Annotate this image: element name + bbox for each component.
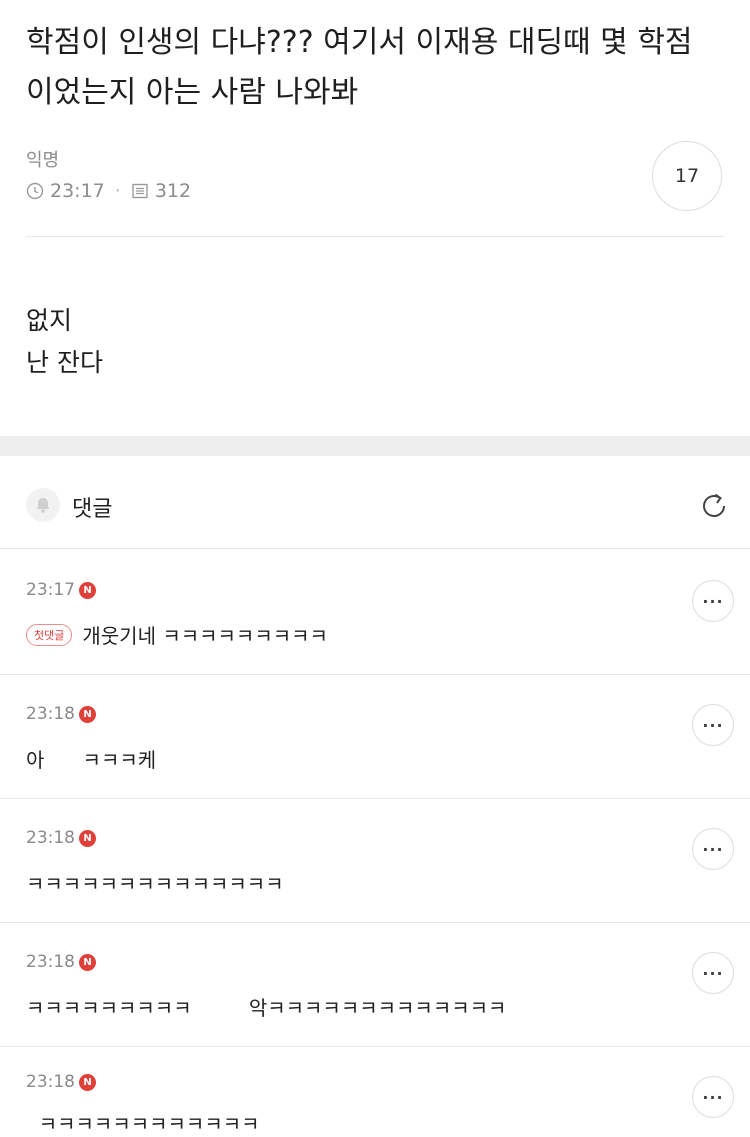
comment-text: ㅋㅋㅋㅋㅋㅋㅋㅋㅋㅋㅋㅋ (26, 1112, 260, 1136)
post-time: 23:17 (50, 180, 105, 202)
post-meta: 23:17 · 312 (26, 178, 191, 204)
comment-text: 개웃기네 ㅋㅋㅋㅋㅋㅋㅋㅋㅋ (82, 624, 328, 648)
view-count-icon (131, 182, 149, 200)
comment-time: 23:18 (26, 828, 75, 848)
comment-body: ㅋㅋㅋㅋㅋㅋㅋㅋㅋ 악ㅋㅋㅋㅋㅋㅋㅋㅋㅋㅋㅋㅋㅋ (26, 992, 506, 1021)
comment-text: 아 ㅋㅋㅋ케 (26, 748, 157, 772)
more-options-button[interactable]: ··· (692, 828, 734, 870)
section-gap (0, 436, 750, 456)
divider (0, 922, 750, 923)
more-options-button[interactable]: ··· (692, 1076, 734, 1118)
first-comment-badge: 첫댓글 (26, 623, 73, 646)
comment-time: 23:18 (26, 952, 75, 972)
new-badge: N (79, 829, 96, 847)
comment-body: ㅋㅋㅋㅋㅋㅋㅋㅋㅋㅋㅋㅋ (26, 1108, 260, 1137)
post-title: 학점이 인생의 다냐??? 여기서 이재용 대딩때 몇 학점이었는지 아는 사람… (26, 25, 693, 110)
more-options-button[interactable]: ··· (692, 952, 734, 994)
comment-meta: 23:18 N (26, 1072, 96, 1092)
new-badge: N (79, 953, 96, 971)
more-icon: ··· (702, 1087, 724, 1107)
comment-meta: 23:18 N (26, 704, 96, 724)
comment-count-button[interactable]: 17 (652, 141, 722, 211)
divider (0, 798, 750, 799)
author-name: 익명 (26, 150, 60, 171)
comments-header: 댓글 (0, 478, 750, 536)
view-count: 312 (154, 180, 192, 202)
meta-separator: · (114, 180, 121, 202)
comment-count: 17 (674, 165, 700, 187)
post-body-line: 난 잔다 (26, 348, 103, 377)
comment-time: 23:18 (26, 1072, 75, 1092)
post-body-line: 없지 (26, 306, 73, 335)
new-badge: N (79, 1073, 96, 1091)
post-body: 없지 난 잔다 (26, 300, 103, 384)
new-badge: N (79, 581, 96, 599)
comment-meta: 23:18 N (26, 828, 96, 848)
more-icon: ··· (702, 963, 724, 983)
more-icon: ··· (702, 839, 724, 859)
divider (0, 1046, 750, 1047)
refresh-icon[interactable] (694, 486, 734, 526)
comment-body: 첫댓글 개웃기네 ㅋㅋㅋㅋㅋㅋㅋㅋㅋ (26, 620, 328, 649)
comment-time: 23:17 (26, 580, 75, 600)
comment-body: ㅋㅋㅋㅋㅋㅋㅋㅋㅋㅋㅋㅋㅋㅋ (26, 868, 284, 897)
more-options-button[interactable]: ··· (692, 580, 734, 622)
comment-meta: 23:18 N (26, 952, 96, 972)
comment-body: 아 ㅋㅋㅋ케 (26, 744, 156, 773)
more-icon: ··· (702, 715, 724, 735)
comment-time: 23:18 (26, 704, 75, 724)
comment-text: ㅋㅋㅋㅋㅋㅋㅋㅋㅋㅋㅋㅋㅋㅋ (26, 872, 284, 896)
divider (0, 674, 750, 675)
comments-label: 댓글 (72, 497, 113, 522)
clock-icon (26, 182, 44, 200)
new-badge: N (79, 705, 96, 723)
bell-icon[interactable] (26, 488, 60, 522)
comment-text: ㅋㅋㅋㅋㅋㅋㅋㅋㅋ 악ㅋㅋㅋㅋㅋㅋㅋㅋㅋㅋㅋㅋㅋ (26, 996, 507, 1020)
divider (0, 548, 750, 549)
comment-meta: 23:17 N (26, 580, 96, 600)
divider (26, 236, 724, 237)
more-options-button[interactable]: ··· (692, 704, 734, 746)
more-icon: ··· (702, 591, 724, 611)
